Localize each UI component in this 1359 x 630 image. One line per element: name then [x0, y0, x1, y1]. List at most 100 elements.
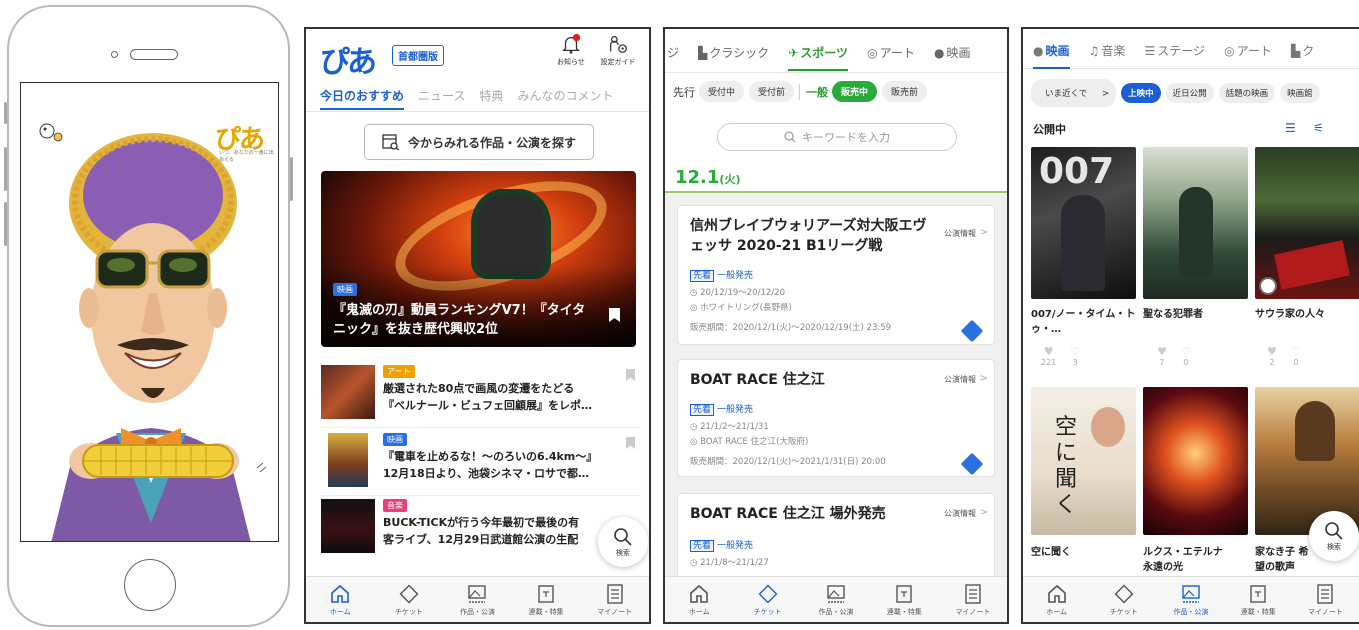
filter-before-accepting[interactable]: 受付前 [749, 81, 795, 102]
movie-title[interactable]: 聖なる犯罪者 [1143, 307, 1248, 322]
movie-poster[interactable] [1143, 147, 1248, 299]
list-view-icon[interactable]: ☰ [1285, 121, 1296, 135]
check-icon: ♡ [1180, 345, 1191, 358]
tab-works[interactable]: 作品・公演 [1157, 577, 1224, 622]
hero-category-badge: 映画 [333, 283, 357, 296]
tab-features[interactable]: 連載・特集 [870, 577, 938, 622]
filter-trending[interactable]: 話題の映画 [1218, 83, 1276, 103]
ticket-icon[interactable] [960, 319, 984, 343]
genre-tab-art[interactable]: ◎ アート [1224, 42, 1272, 59]
event-info-link[interactable]: 公演情報 [944, 374, 976, 385]
tab-ticket[interactable]: チケット [733, 577, 801, 622]
find-now-button[interactable]: 今からみれる作品・公演を探す [364, 124, 594, 160]
filter-now-showing[interactable]: 上映中 [1121, 83, 1161, 103]
hero-article[interactable]: 映画 『鬼滅の刃』動員ランキングV7！『タイタニック』を抜き歴代興収2位 [321, 171, 636, 347]
genre-tab-movie[interactable]: ● 映画 [1033, 42, 1070, 69]
like-count[interactable]: ♥ 221 [1041, 345, 1056, 367]
news-line: 客ライブ、12月29日武道館公演の生配 [383, 533, 579, 546]
genre-tab-art[interactable]: ◎ アート [867, 44, 915, 61]
genre-tab-music[interactable]: ♫ 音楽 [1089, 42, 1126, 59]
movie-poster[interactable]: 007 [1031, 147, 1136, 299]
tab-works[interactable]: 作品・公演 [802, 577, 870, 622]
tab-works[interactable]: 作品・公演 [443, 577, 512, 622]
poster-art [1179, 187, 1213, 277]
watched-count[interactable]: ♡ 3 [1070, 345, 1080, 367]
filter-icon[interactable]: ⚟ [1313, 121, 1324, 135]
event-dates-text: 21/1/2～21/1/31 [700, 422, 769, 432]
watched-count[interactable]: ♡ 0 [1181, 345, 1191, 367]
tab-news[interactable]: ニュース [418, 84, 465, 108]
event-info-link[interactable]: 公演情報 [944, 508, 976, 519]
tab-ticket[interactable]: チケット [375, 577, 444, 622]
genre-tabs: ジ ▙ クラシック ✈ スポーツ ◎ アート ● 映画 [665, 29, 1007, 73]
home-button[interactable] [124, 559, 176, 611]
search-button[interactable]: 検索 [1309, 511, 1359, 561]
news-item[interactable]: 音楽 BUCK-TICKが行う今年最初で最後の有 客ライブ、12月29日武道館公演… [321, 499, 641, 557]
filter-on-sale[interactable]: 販売中 [832, 81, 878, 102]
home-tabs: 今日のおすすめ ニュース 特典 みんなのコメント [306, 84, 649, 112]
tab-bar: ホーム チケット 作品・公演 連載・特集 マイノート [306, 576, 649, 622]
filter-before-sale[interactable]: 販売前 [882, 81, 928, 102]
news-text: BUCK-TICKが行う今年最初で最後の有 客ライブ、12月29日武道館公演の生配 [383, 514, 623, 548]
filter-coming-soon[interactable]: 近日公開 [1165, 83, 1214, 103]
bookmark-icon[interactable] [626, 437, 635, 449]
filter-theaters[interactable]: 映画館 [1280, 83, 1320, 103]
movie-title[interactable]: サウラ家の人々 [1255, 307, 1359, 322]
tab-features[interactable]: 連載・特集 [512, 577, 581, 622]
movie-title[interactable]: 家なき子 希望の歌声 [1255, 545, 1311, 575]
news-thumbnail [321, 365, 375, 419]
movie-title[interactable]: 007/ノー・タイム・トゥ・… [1031, 307, 1136, 337]
watched-count-value: 3 [1072, 358, 1078, 367]
tab-label: ホーム [1046, 607, 1067, 616]
works-icon [827, 584, 845, 603]
tab-today[interactable]: 今日のおすすめ [320, 84, 405, 110]
movie-poster[interactable] [1255, 147, 1359, 299]
tab-mynote[interactable]: マイノート [580, 577, 649, 622]
tab-features[interactable]: 連載・特集 [1225, 577, 1292, 622]
tab-home[interactable]: ホーム [306, 577, 375, 622]
settings-guide-button[interactable]: 設定ガイド [598, 33, 638, 67]
tab-home[interactable]: ホーム [665, 577, 733, 622]
palette-icon: ◎ [867, 46, 878, 60]
tab-home[interactable]: ホーム [1023, 577, 1090, 622]
filter-nearby[interactable]: いま近くで > [1031, 79, 1117, 107]
tab-comments[interactable]: みんなのコメント [517, 84, 613, 108]
event-title: BOAT RACE 住之江 場外発売 [690, 506, 886, 522]
event-card[interactable]: 信州ブレイブウォリアーズ対大阪エヴェッサ 2020-21 B1リーグ戦 公演情報… [677, 205, 995, 345]
tab-mynote[interactable]: マイノート [1292, 577, 1359, 622]
find-now-label: 今からみれる作品・公演を探す [407, 135, 576, 150]
app-logo[interactable]: ぴあ [320, 37, 377, 81]
like-count[interactable]: ♥ 7 [1157, 345, 1167, 367]
genre-tab-movie[interactable]: ● 映画 [934, 44, 971, 61]
notice-button[interactable]: お知らせ [551, 33, 591, 67]
genre-tab-classic[interactable]: ▙ ク [1291, 42, 1314, 59]
tab-mynote[interactable]: マイノート [939, 577, 1007, 622]
keyword-search-input[interactable]: キーワードを入力 [717, 123, 957, 151]
power-button [290, 157, 293, 201]
event-info-link[interactable]: 公演情報 [944, 228, 976, 239]
news-item[interactable]: アート 厳選された80点で画風の変遷をたどる 『ベルナール・ビュフェ回顧展』をレポ… [321, 365, 641, 423]
sale-period: 販売期間：2020/12/1(火)～2020/12/19(土) 23:59 [690, 323, 892, 333]
watched-count[interactable]: ♡ 0 [1291, 345, 1301, 367]
genre-tab[interactable]: ジ [667, 44, 679, 61]
genre-tab-classic[interactable]: ▙ クラシック [698, 44, 769, 61]
region-badge[interactable]: 首都圏版 [392, 45, 444, 66]
like-count-value: 221 [1041, 358, 1057, 367]
tab-label: 連載・特集 [528, 607, 564, 616]
event-card[interactable]: BOAT RACE 住之江 公演情報 > 先着 一般発売 ◷ 21/1/2～21/… [677, 359, 995, 477]
news-item[interactable]: 映画 『電車を止めるな！～のろいの6.4km～』 12月18日より、池袋シネマ・ロ… [321, 433, 641, 491]
movie-title[interactable]: 空に聞く [1031, 545, 1136, 560]
movie-poster[interactable]: 空に聞く [1031, 387, 1136, 535]
like-count[interactable]: ♥ 2 [1267, 345, 1277, 367]
filter-accepting[interactable]: 受付中 [699, 81, 745, 102]
movie-title[interactable]: ルクス・エテルナ 永遠の光 [1143, 545, 1233, 575]
chevron-right-icon: > [979, 373, 988, 384]
tab-perks[interactable]: 特典 [479, 84, 503, 108]
movie-poster[interactable] [1143, 387, 1248, 535]
search-button[interactable]: 検索 [598, 517, 648, 567]
ticket-icon[interactable] [960, 452, 984, 476]
tab-ticket[interactable]: チケット [1090, 577, 1157, 622]
genre-tab-stage[interactable]: ☰ ステージ [1144, 42, 1205, 59]
bookmark-icon[interactable] [626, 369, 635, 381]
genre-tab-sports[interactable]: ✈ スポーツ [788, 44, 849, 71]
